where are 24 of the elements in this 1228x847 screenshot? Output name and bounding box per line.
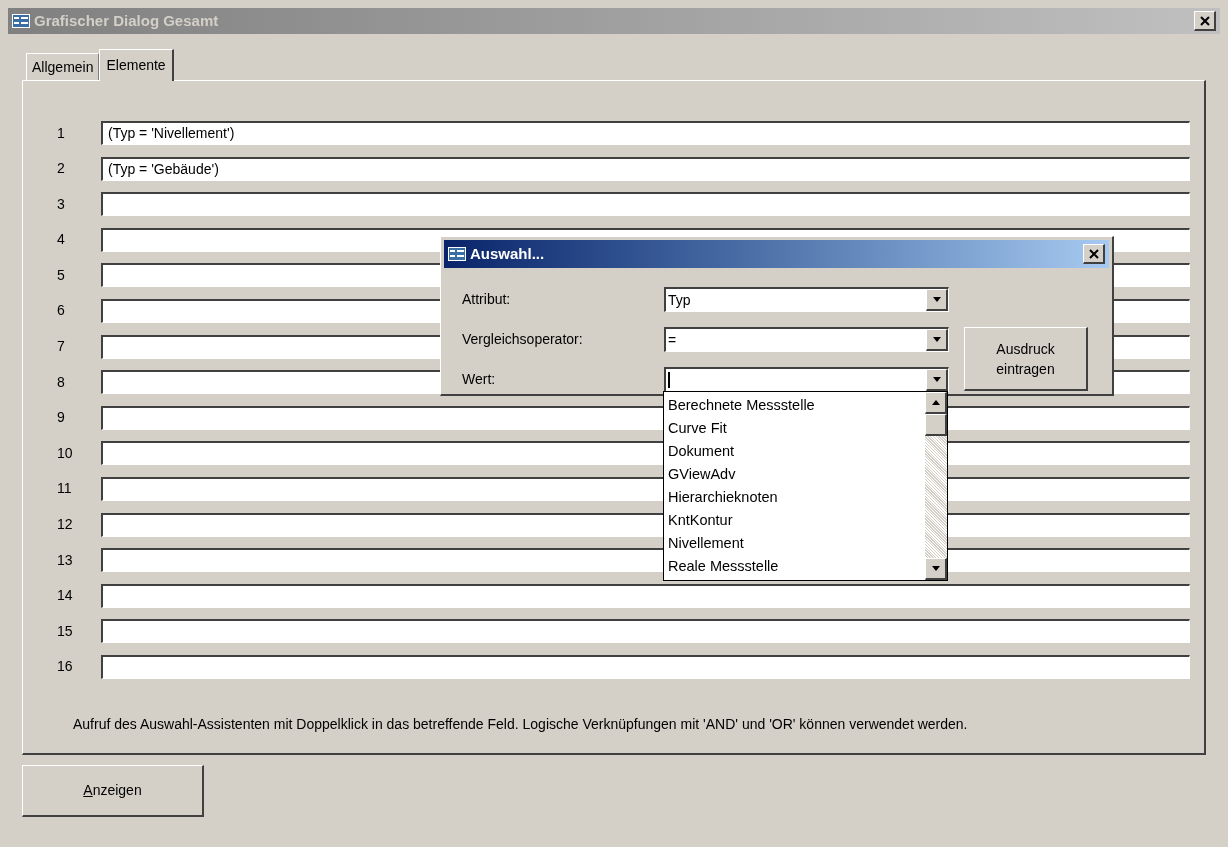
row-number: 2 <box>56 159 66 179</box>
row-number: 6 <box>56 301 66 321</box>
row-number: 14 <box>56 586 74 606</box>
field-label: Wert: <box>462 370 497 389</box>
row-number: 5 <box>56 265 66 285</box>
row-number: 4 <box>56 230 66 250</box>
row-number: 11 <box>56 479 73 499</box>
combo-value: Typ <box>668 290 691 310</box>
row-number: 13 <box>56 550 74 570</box>
dialog-title: Auswahl... <box>470 243 545 264</box>
field-label: Vergleichsoperator: <box>462 330 584 349</box>
row-number: 12 <box>56 515 74 535</box>
row-number: 9 <box>56 408 66 428</box>
row-number: 8 <box>56 372 66 392</box>
field-label: Attribut: <box>462 290 512 309</box>
row-number: 3 <box>56 194 66 214</box>
window-title: Grafischer Dialog Gesamt <box>34 10 219 31</box>
row-number: 15 <box>56 621 74 641</box>
row-number: 16 <box>56 657 74 677</box>
combo-value: = <box>668 330 677 350</box>
hint-text: Aufruf des Auswahl-Assistenten mit Doppelklick in das betreffende Feld. Logische Verknüpfungen mit 'AND' und 'OR' können verwendet werden. <box>72 715 969 734</box>
row-number: 1 <box>56 123 66 143</box>
row-number: 10 <box>56 443 74 463</box>
row-number: 7 <box>56 337 66 357</box>
